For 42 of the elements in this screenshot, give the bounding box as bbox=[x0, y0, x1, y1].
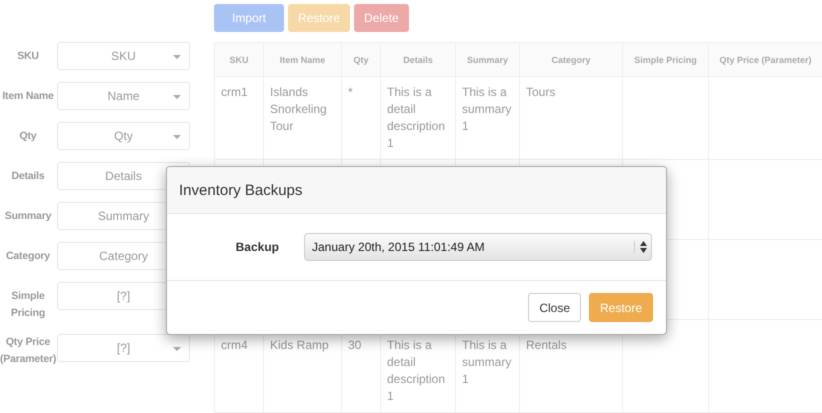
field-label: Details bbox=[10, 169, 46, 184]
column-header: Qty Price (Parameter) bbox=[719, 54, 812, 64]
table-cell: 30 bbox=[348, 338, 362, 352]
stepper-arrows-icon bbox=[634, 241, 647, 253]
table-cell: This is a summary 1 bbox=[462, 85, 512, 133]
caret-icon bbox=[173, 95, 181, 99]
column-header: Qty bbox=[353, 54, 368, 64]
column-header: Simple Pricing bbox=[634, 54, 697, 64]
field-label: Qty Price (Parameter) bbox=[0, 335, 56, 367]
toolbar-button[interactable]: Import bbox=[214, 4, 284, 32]
column-select[interactable]: Name bbox=[57, 82, 190, 110]
field-label: Category bbox=[5, 249, 51, 264]
field-label: Item Name bbox=[1, 89, 55, 104]
column-header: SKU bbox=[229, 54, 248, 64]
dialog-button[interactable]: Close bbox=[528, 293, 581, 322]
caret-icon bbox=[173, 347, 181, 351]
column-header: Summary bbox=[466, 54, 508, 64]
dialog-button[interactable]: Restore bbox=[589, 293, 653, 322]
field-label: Qty bbox=[18, 129, 38, 144]
column-header: Details bbox=[403, 54, 433, 64]
table-cell: crm4 bbox=[221, 338, 248, 352]
table-cell: This is a detail description 1 bbox=[387, 338, 446, 403]
column-header: Item Name bbox=[280, 54, 326, 64]
table-cell: This is a detail description 1 bbox=[387, 85, 446, 150]
toolbar-button[interactable]: Delete bbox=[354, 4, 409, 32]
caret-icon bbox=[173, 135, 181, 139]
column-select[interactable]: Qty bbox=[57, 122, 190, 150]
column-header: Category bbox=[551, 54, 590, 64]
table-cell: * bbox=[348, 85, 353, 99]
table-cell: This is a summary 1 bbox=[462, 338, 512, 386]
table-cell: Kids Ramp bbox=[270, 338, 329, 352]
field-label: SKU bbox=[16, 49, 40, 64]
table-cell: Islands Snorkeling Tour bbox=[270, 85, 327, 133]
table-cell: crm1 bbox=[221, 85, 248, 99]
field-label: Backup bbox=[234, 240, 279, 254]
table-cell: Rentals bbox=[526, 338, 567, 352]
field-label: Simple Pricing bbox=[10, 289, 46, 321]
field-label: Summary bbox=[4, 209, 52, 224]
backup-select[interactable]: January 20th, 2015 11:01:49 AM bbox=[304, 233, 652, 261]
table-cell: Tours bbox=[526, 85, 556, 99]
caret-icon bbox=[173, 55, 181, 59]
column-select[interactable]: SKU bbox=[57, 42, 190, 70]
